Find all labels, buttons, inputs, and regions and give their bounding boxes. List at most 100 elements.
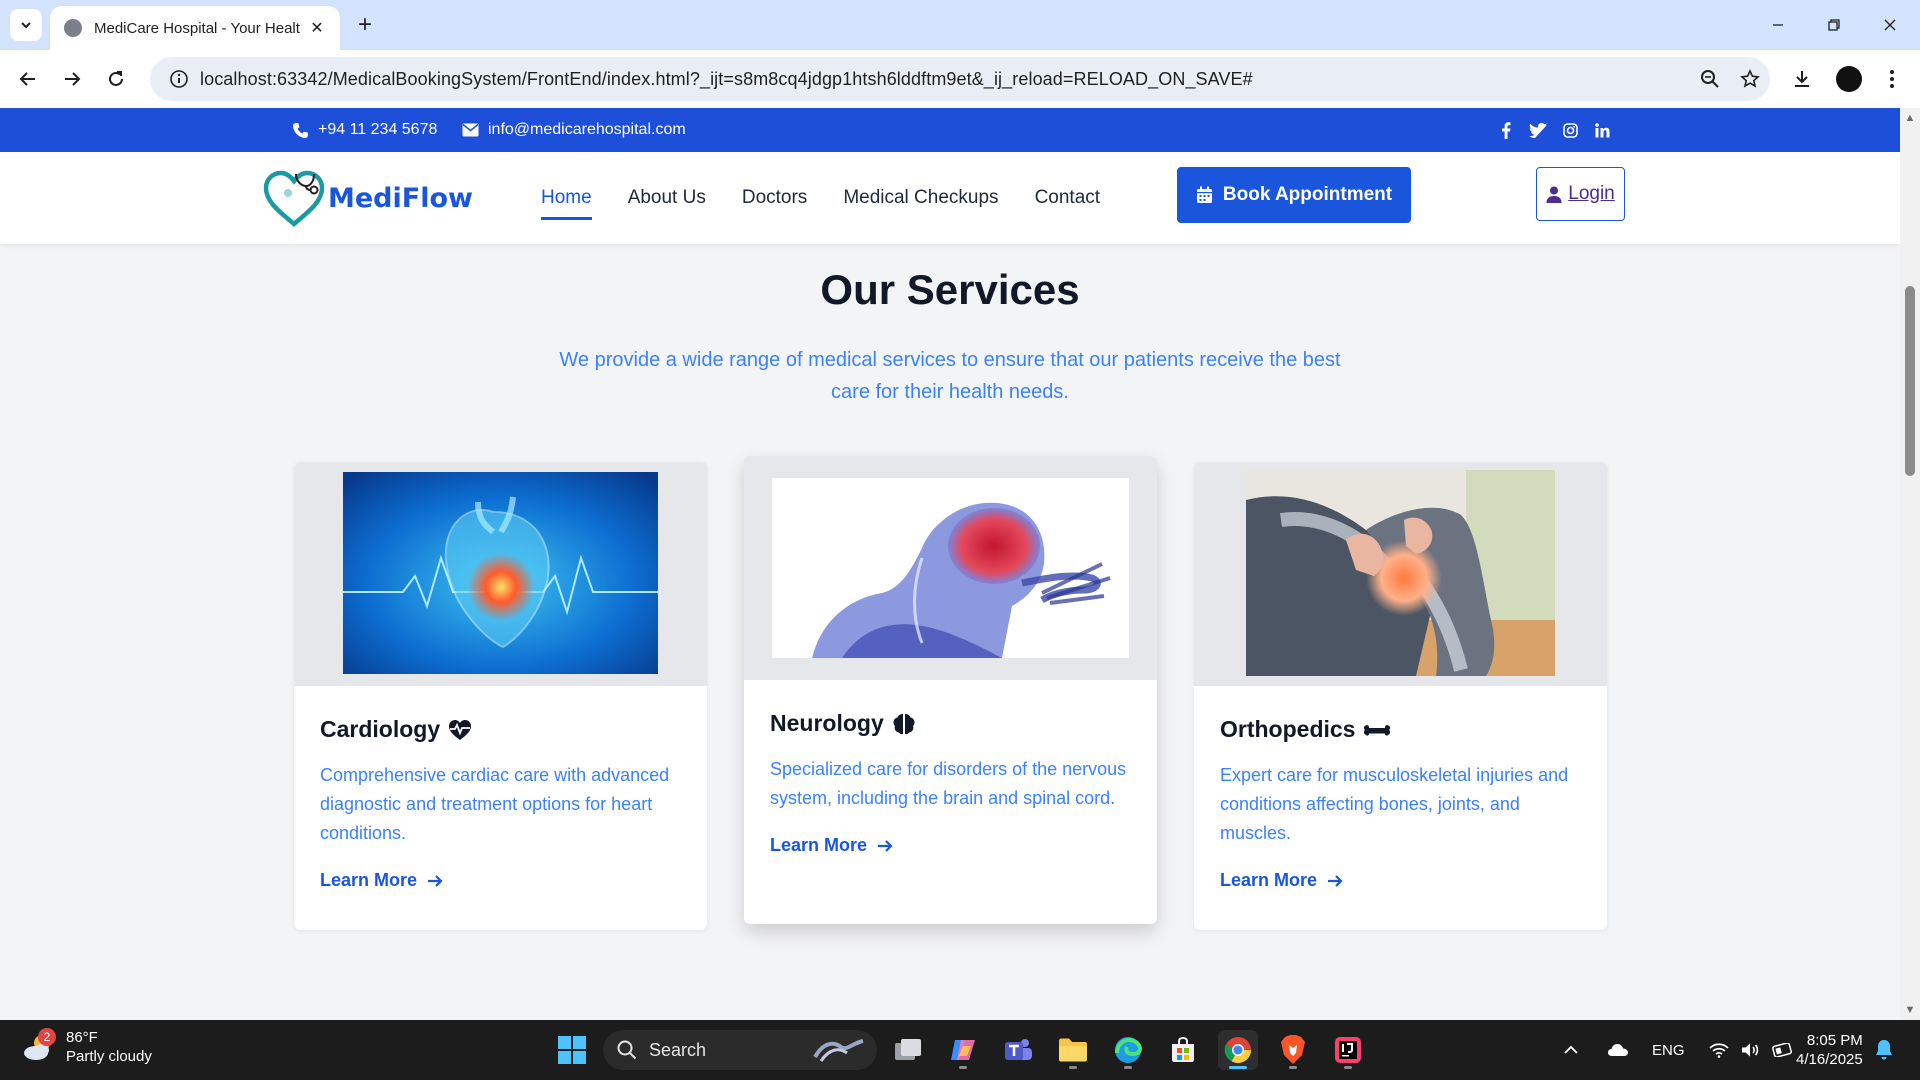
services-subtitle: We provide a wide range of medical servi… [559,349,1341,403]
email-address: info@medicarehospital.com [488,121,686,138]
back-button[interactable] [12,63,44,95]
browser-menu-button[interactable] [1876,63,1908,95]
calendar-icon [1196,186,1212,203]
minimize-button[interactable] [1750,0,1806,50]
onedrive-cloud-icon[interactable] [1596,1043,1640,1057]
bookmark-star-icon[interactable] [1730,69,1770,89]
start-button[interactable] [552,1030,592,1070]
page-viewport: +94 11 234 5678 info@medicarehospital.co… [0,108,1900,1020]
brave-app[interactable] [1273,1030,1313,1070]
system-tray: ENG [1560,1020,1793,1080]
facebook-icon[interactable] [1497,121,1515,139]
copilot-app[interactable] [943,1030,983,1070]
search-label: Search [649,1039,707,1060]
brave-icon [1281,1035,1305,1064]
brain-xray-image [772,478,1129,658]
file-explorer-app[interactable] [1053,1030,1093,1070]
task-view-button[interactable] [888,1030,928,1070]
address-bar[interactable]: localhost:63342/MedicalBookingSystem/Fro… [150,57,1770,101]
card-title-text: Cardiology [320,716,441,742]
heart-illustration-image [343,472,658,674]
card-description: Comprehensive cardiac care with advanced… [320,765,670,843]
url-text[interactable]: localhost:63342/MedicalBookingSystem/Fro… [200,69,1690,90]
downloads-button[interactable] [1786,63,1818,95]
book-appointment-button[interactable]: Book Appointment [1177,167,1411,223]
scroll-up-icon[interactable]: ▲ [1904,112,1916,124]
card-description: Specialized care for disorders of the ne… [770,759,1127,808]
running-indicator [1289,1066,1297,1069]
teams-app[interactable] [998,1030,1038,1070]
show-hidden-icons-chevron-icon[interactable] [1560,1045,1582,1055]
page-scrollbar[interactable]: ▲ ▼ [1900,108,1920,1020]
nav-link-contact[interactable]: Contact [1035,152,1100,244]
intellij-icon [1335,1037,1361,1063]
folder-icon [1059,1038,1087,1062]
logo-text: MediFlow [328,182,473,214]
login-button[interactable]: Login [1536,167,1625,221]
arrow-right-icon [65,72,81,86]
intellij-app[interactable] [1328,1030,1368,1070]
close-tab-icon[interactable]: ✕ [306,17,328,39]
taskbar-search[interactable]: Search [603,1030,877,1070]
reload-button[interactable] [100,63,132,95]
bone-icon [1364,724,1391,736]
site-info-icon[interactable] [158,69,200,89]
nav-link-about[interactable]: About Us [628,152,706,244]
edge-app[interactable] [1108,1030,1148,1070]
linkedin-icon[interactable] [1593,121,1611,139]
phone-icon [293,122,308,138]
weather-text: 86°F Partly cloudy [66,1028,152,1066]
card-title-text: Neurology [770,710,884,736]
restore-button[interactable] [1806,0,1862,50]
service-card-cardiology[interactable]: Cardiology Comprehensive cardiac care wi… [294,462,707,930]
language-indicator[interactable]: ENG [1652,1042,1685,1059]
browser-tab[interactable]: MediCare Hospital - Your Healt ✕ [50,6,340,50]
clock-time: 8:05 PM [1806,1032,1863,1049]
tab-search-button[interactable] [10,9,42,41]
copilot-icon [951,1040,975,1060]
zoom-icon[interactable] [1690,69,1730,89]
browser-tab-strip: MediCare Hospital - Your Healt ✕ + [0,0,1920,50]
weather-widget[interactable]: 2 86°F Partly cloudy [22,1028,152,1066]
learn-more-link-orthopedics[interactable]: Learn More [1220,870,1581,891]
twitter-icon[interactable] [1529,121,1547,139]
forward-button[interactable] [56,63,88,95]
store-app[interactable] [1163,1030,1203,1070]
card-image-area [294,462,707,686]
learn-more-label: Learn More [1220,870,1318,890]
service-card-neurology[interactable]: Neurology Specialized care for disorders… [744,456,1157,924]
quick-settings[interactable] [1708,1042,1793,1058]
knee-xray-image [1246,470,1555,676]
phone-number: +94 11 234 5678 [318,121,438,138]
learn-more-link-cardiology[interactable]: Learn More [320,870,681,891]
notification-bell-icon[interactable] [1874,1039,1894,1066]
chrome-app[interactable] [1218,1030,1258,1070]
more-vert-icon [1890,70,1894,88]
running-indicator [1229,1066,1247,1069]
heartbeat-icon [449,719,472,740]
phone-contact[interactable]: +94 11 234 5678 [292,108,437,152]
login-label: Login [1568,183,1615,204]
nav-link-medical-checkups[interactable]: Medical Checkups [843,152,998,244]
card-title-text: Orthopedics [1220,716,1356,742]
scroll-down-icon[interactable]: ▼ [1904,1004,1916,1016]
reload-icon [109,71,123,86]
close-window-button[interactable] [1862,0,1918,50]
contact-topbar: +94 11 234 5678 info@medicarehospital.co… [0,108,1900,152]
arrow-right-icon [428,874,443,887]
download-icon [1795,71,1809,87]
service-card-orthopedics[interactable]: Orthopedics Expert care for musculoskele… [1194,462,1607,930]
site-logo[interactable]: MediFlow [262,168,473,228]
nav-links: Home About Us Doctors Medical Checkups C… [541,152,1136,244]
learn-more-link-neurology[interactable]: Learn More [770,835,1131,856]
new-tab-button[interactable]: + [352,12,378,38]
email-contact[interactable]: info@medicarehospital.com [462,108,686,152]
taskbar-clock[interactable]: 8:05 PM 4/16/2025 [1796,1031,1863,1069]
profile-avatar[interactable] [1836,66,1862,92]
partly-cloudy-icon: 2 [22,1028,56,1064]
nav-link-doctors[interactable]: Doctors [742,152,807,244]
nav-link-home[interactable]: Home [541,152,592,244]
instagram-icon[interactable] [1561,121,1579,139]
scrollbar-thumb[interactable] [1905,286,1915,476]
social-links [1497,108,1611,152]
